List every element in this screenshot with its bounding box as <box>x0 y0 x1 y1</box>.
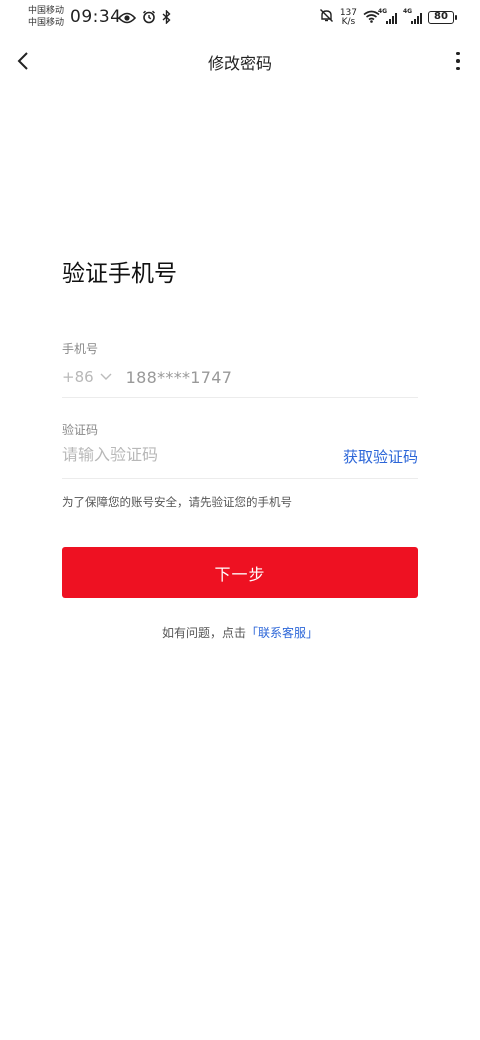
next-button[interactable]: 下一步 <box>62 547 418 598</box>
signal-icon-2: 4G <box>403 8 422 24</box>
form-heading: 验证手机号 <box>62 261 177 287</box>
get-code-button[interactable]: 获取验证码 <box>343 446 418 467</box>
bluetooth-icon <box>162 9 171 28</box>
code-label: 验证码 <box>62 423 99 437</box>
chevron-down-icon <box>100 373 112 380</box>
status-bar: 中国移动 中国移动 09:34 137 K/s 4G 4G 80 <box>0 0 480 36</box>
verification-code-input[interactable] <box>62 447 302 465</box>
more-dot-icon <box>456 66 460 71</box>
country-code: +86 <box>62 368 94 386</box>
more-dot-icon <box>456 51 460 56</box>
status-right-icons: 137 K/s 4G 4G 80 <box>319 7 457 27</box>
security-hint: 为了保障您的账号安全，请先验证您的手机号 <box>62 495 292 509</box>
page-title: 修改密码 <box>207 54 272 73</box>
contact-support-link[interactable]: 「联系客服」 <box>246 626 318 640</box>
eye-icon <box>117 9 137 28</box>
country-code-selector[interactable]: +86 <box>62 368 112 386</box>
phone-row: +86 188****1747 <box>62 364 418 390</box>
help-text: 如有问题，点击「联系客服」 <box>0 624 480 641</box>
phone-number: 188****1747 <box>125 367 233 387</box>
carrier-2: 中国移动 <box>28 18 65 28</box>
battery-icon: 80 <box>428 11 457 24</box>
alarm-icon <box>142 9 156 28</box>
carrier-names: 中国移动 中国移动 <box>28 5 64 29</box>
help-prefix: 如有问题，点击 <box>161 626 246 640</box>
more-options-button[interactable] <box>448 48 468 74</box>
mute-icon <box>319 8 334 27</box>
net-speed: 137 K/s <box>339 7 357 27</box>
code-row: 获取验证码 <box>62 443 418 469</box>
divider <box>62 478 418 479</box>
more-dot-icon <box>456 59 460 63</box>
status-left-icons <box>117 9 171 28</box>
phone-label: 手机号 <box>62 342 99 356</box>
carrier-1: 中国移动 <box>28 6 65 16</box>
divider <box>62 397 418 398</box>
signal-icon-1: 4G <box>378 8 397 24</box>
nav-bar: 修改密码 <box>0 36 480 86</box>
clock: 09:34 <box>70 7 122 27</box>
